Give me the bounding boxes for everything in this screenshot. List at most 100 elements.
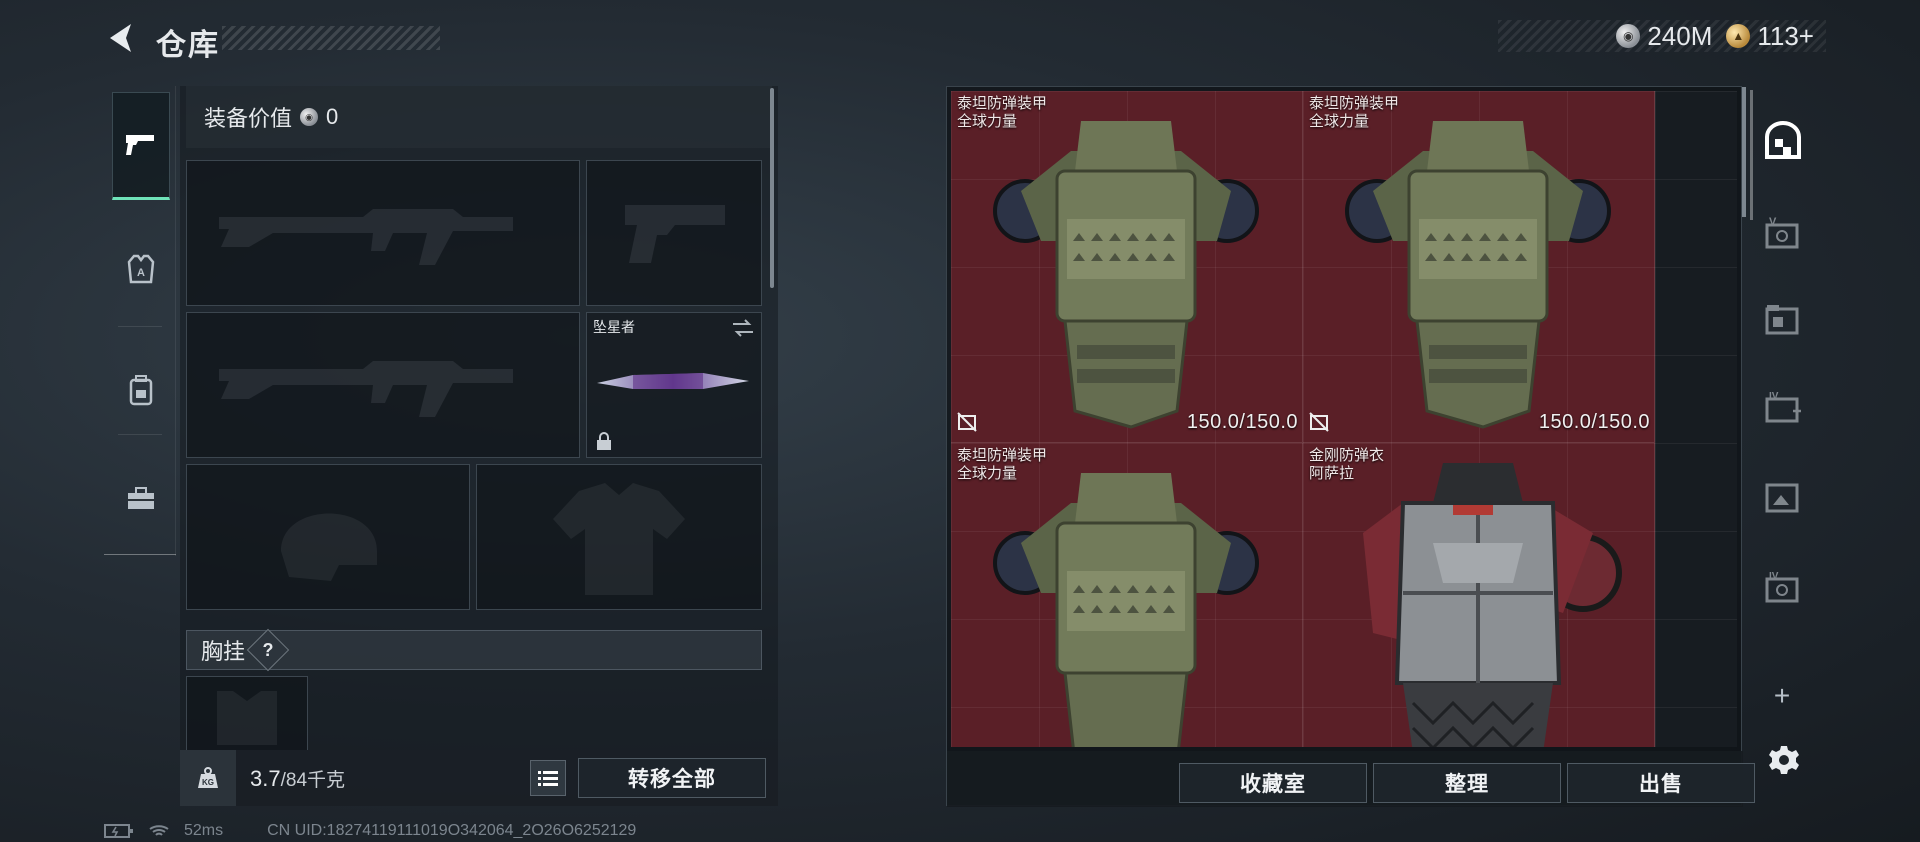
swap-icon[interactable] xyxy=(731,319,755,337)
storage-item[interactable]: 泰坦防弹装甲 全球力量 150.0/150.0 xyxy=(951,91,1303,443)
item-name: 泰坦防弹装甲 全球力量 xyxy=(957,95,1047,131)
storage-item[interactable]: 泰坦防弹装甲 全球力量 xyxy=(951,443,1303,747)
settings-button[interactable] xyxy=(1764,740,1804,780)
armor-silhouette-icon xyxy=(553,483,685,595)
loadout-tabs: A xyxy=(104,86,176,556)
melee-knife-icon xyxy=(597,373,749,389)
silver-coin-icon: ◉ xyxy=(300,108,319,126)
list-view-button[interactable] xyxy=(530,760,566,796)
back-arrow-icon xyxy=(110,24,131,52)
melee-name: 坠星者 xyxy=(593,319,635,335)
storage-item[interactable]: 泰坦防弹装甲 全球力量 150.0/150.0 xyxy=(1303,91,1655,443)
tab-case-iv-plus[interactable]: IV xyxy=(1754,366,1812,446)
tab-toolbox[interactable] xyxy=(112,444,170,552)
tab-folder-case[interactable] xyxy=(1754,278,1812,358)
rifle-silhouette-icon xyxy=(219,361,513,417)
storage-scrollbar[interactable] xyxy=(1742,87,1746,217)
equipment-value-bar: 装备价值 ◉ 0 xyxy=(186,86,772,148)
gold-coin-icon: ▲ xyxy=(1726,24,1751,48)
item-title: 泰坦防弹装甲 xyxy=(957,447,1048,464)
item-faction: 阿萨拉 xyxy=(1309,465,1355,482)
plus-icon: + xyxy=(1773,680,1791,711)
item-durability: 150.0/150.0 xyxy=(1538,411,1650,433)
rifle-silhouette-icon xyxy=(219,209,513,265)
item-title: 金刚防弹衣 xyxy=(1309,447,1385,464)
item-faction: 全球力量 xyxy=(957,465,1018,482)
item-faction: 全球力量 xyxy=(1309,113,1370,130)
helmet-slot[interactable] xyxy=(186,464,470,610)
ping-readout: 52ms xyxy=(184,822,224,839)
collection-room-button[interactable]: 收藏室 xyxy=(1179,763,1367,803)
equip-value: 0 xyxy=(326,104,339,129)
tab-case-iv[interactable]: IV xyxy=(1754,546,1812,626)
wifi-icon xyxy=(149,825,169,836)
item-title: 泰坦防弹装甲 xyxy=(957,95,1048,112)
case-iv-icon: IV xyxy=(1765,571,1799,603)
svg-text:KG: KG xyxy=(202,778,214,787)
uid-readout: CN UID:18274119111019O342064_2O26O625212… xyxy=(267,822,637,839)
weight-bar: KG 3.7/84千克 转移全部 xyxy=(180,750,778,806)
gold-amount: 113+ xyxy=(1757,20,1814,51)
storage-item[interactable]: 金刚防弹衣 阿萨拉 xyxy=(1303,443,1655,747)
toolbox-icon xyxy=(128,487,154,509)
item-title: 泰坦防弹装甲 xyxy=(1309,95,1400,112)
weight-current: 3.7 xyxy=(250,765,281,791)
weight-max: /84千克 xyxy=(280,769,346,791)
add-tab-button[interactable]: + xyxy=(1764,678,1800,714)
storage-tabs: V IV IV + xyxy=(1750,86,1816,786)
item-durability: 150.0/150.0 xyxy=(1186,411,1298,433)
gear-icon xyxy=(1769,746,1799,774)
help-icon: ? xyxy=(262,639,274,660)
svg-text:IV: IV xyxy=(1769,571,1779,582)
tab-divider xyxy=(118,326,162,327)
transfer-all-button[interactable]: 转移全部 xyxy=(578,758,766,798)
tab-weapons[interactable] xyxy=(112,92,170,200)
tab-main-storage[interactable] xyxy=(1754,100,1812,180)
item-faction: 全球力量 xyxy=(957,113,1018,130)
svg-text:IV: IV xyxy=(1769,391,1779,402)
chest-rig-silhouette-icon xyxy=(217,691,277,745)
helmet-silhouette-icon xyxy=(281,513,377,581)
back-button[interactable] xyxy=(100,18,144,58)
gold-currency[interactable]: ▲ 113+ xyxy=(1726,21,1814,52)
storage-action-bar: 收藏室 整理 出售 xyxy=(947,751,1755,807)
titan-armor-icon xyxy=(993,473,1259,747)
item-name: 泰坦防弹装甲 全球力量 xyxy=(1309,95,1399,131)
kingkong-armor-icon xyxy=(1363,463,1622,747)
silver-currency[interactable]: ◉ 240M xyxy=(1616,21,1712,52)
pistol-icon xyxy=(126,135,154,155)
body-armor-slot[interactable] xyxy=(476,464,762,610)
tab-case-photo[interactable] xyxy=(1754,456,1812,536)
primary-weapon-slot[interactable] xyxy=(186,160,580,306)
chest-rig-header: 胸挂 ? xyxy=(186,628,762,672)
tab-divider xyxy=(118,434,162,435)
sell-button[interactable]: 出售 xyxy=(1567,763,1755,803)
storage-grid[interactable]: 泰坦防弹装甲 全球力量 150.0/150.0 泰坦防弹装甲 全球力量 150.… xyxy=(951,91,1737,747)
battery-icon xyxy=(104,824,133,838)
silver-amount: 240M xyxy=(1647,20,1713,51)
loadout-scrollbar[interactable] xyxy=(770,88,774,288)
svg-text:A: A xyxy=(137,267,145,279)
item-name: 泰坦防弹装甲 全球力量 xyxy=(957,447,1047,483)
sort-button[interactable]: 整理 xyxy=(1373,763,1561,803)
home-storage-icon xyxy=(1765,121,1801,159)
weight-readout: 3.7/84千克 xyxy=(250,765,345,792)
backpack-icon xyxy=(129,375,153,406)
no-insure-icon xyxy=(1309,412,1329,432)
tab-backpack[interactable] xyxy=(112,336,170,444)
item-name: 金刚防弹衣 阿萨拉 xyxy=(1309,447,1384,483)
titan-armor-icon xyxy=(1345,121,1611,429)
help-button[interactable]: ? xyxy=(246,628,290,672)
title-decoration xyxy=(222,26,440,50)
sidearm-slot[interactable] xyxy=(586,160,762,306)
melee-slot[interactable]: 坠星者 xyxy=(586,312,762,458)
chest-rig-slot[interactable] xyxy=(186,676,308,750)
loadout-panel: 装备价值 ◉ 0 坠星者 胸挂 ? KG 3.7/84千克 转移全部 xyxy=(180,86,778,806)
tab-case-v[interactable]: V xyxy=(1754,192,1812,272)
chest-rig-label: 胸挂 xyxy=(201,639,246,664)
case-v-icon: V xyxy=(1765,216,1799,249)
case-iv-plus-icon: IV xyxy=(1765,391,1801,423)
tab-armor[interactable]: A xyxy=(112,216,170,324)
secondary-weapon-slot[interactable] xyxy=(186,312,580,458)
list-icon xyxy=(538,771,558,786)
